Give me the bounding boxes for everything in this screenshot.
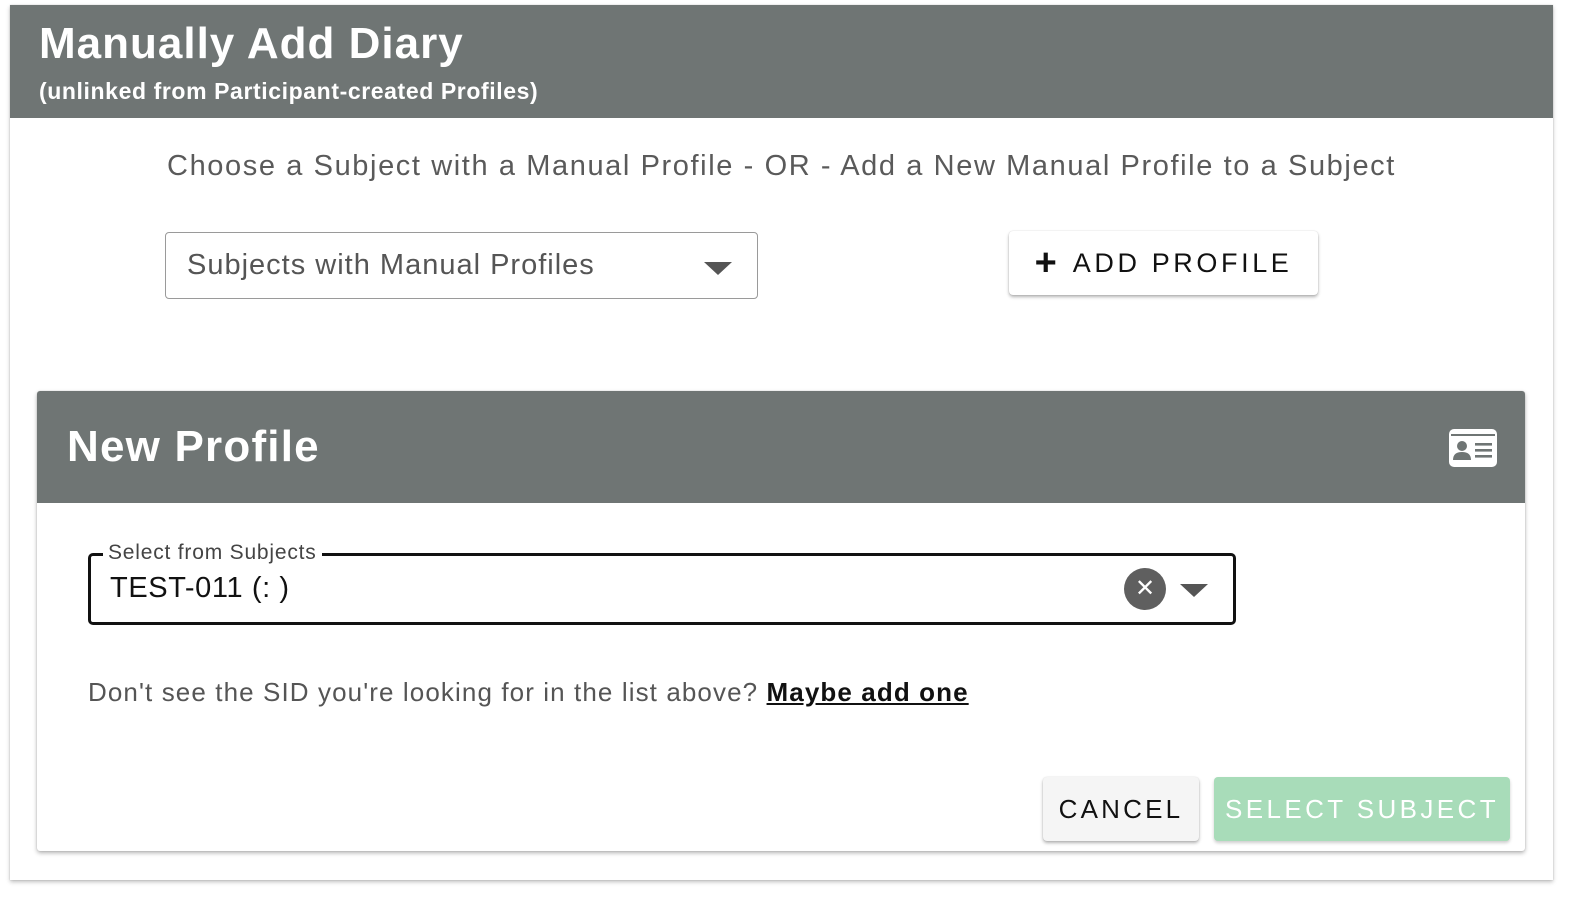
new-profile-card: New Profile Select from Subjects TEST-01… xyxy=(37,391,1525,851)
add-profile-label: ADD PROFILE xyxy=(1072,247,1293,278)
subjects-select-placeholder: Subjects with Manual Profiles xyxy=(187,249,595,281)
maybe-add-one-link[interactable]: Maybe add one xyxy=(767,677,969,707)
new-profile-header: New Profile xyxy=(37,391,1525,503)
id-card-icon xyxy=(1449,429,1497,467)
new-profile-title: New Profile xyxy=(67,422,320,471)
clear-icon[interactable]: ✕ xyxy=(1124,568,1166,610)
select-subject-button[interactable]: SELECT SUBJECT xyxy=(1214,777,1510,841)
dialog-title: Manually Add Diary xyxy=(39,19,464,68)
instruction-text: Choose a Subject with a Manual Profile -… xyxy=(167,150,1396,182)
manual-add-diary-dialog: Manually Add Diary (unlinked from Partic… xyxy=(10,5,1553,880)
add-profile-button[interactable]: + ADD PROFILE xyxy=(1009,231,1318,295)
plus-icon: + xyxy=(1034,242,1057,284)
select-from-subjects-field[interactable]: Select from Subjects TEST-011 (: ) ✕ xyxy=(88,540,1236,625)
missing-sid-hint: Don't see the SID you're looking for in … xyxy=(88,677,969,708)
chevron-down-icon[interactable] xyxy=(1180,584,1208,597)
dialog-header: Manually Add Diary (unlinked from Partic… xyxy=(10,5,1553,118)
chevron-down-icon xyxy=(704,262,732,275)
cancel-button[interactable]: CANCEL xyxy=(1043,777,1199,841)
subjects-with-manual-profiles-select[interactable]: Subjects with Manual Profiles xyxy=(165,232,758,299)
dialog-subtitle: (unlinked from Participant-created Profi… xyxy=(39,78,539,104)
select-from-subjects-label: Select from Subjects xyxy=(103,540,322,566)
hint-text: Don't see the SID you're looking for in … xyxy=(88,677,759,707)
selected-subject-value: TEST-011 (: ) xyxy=(110,572,290,604)
